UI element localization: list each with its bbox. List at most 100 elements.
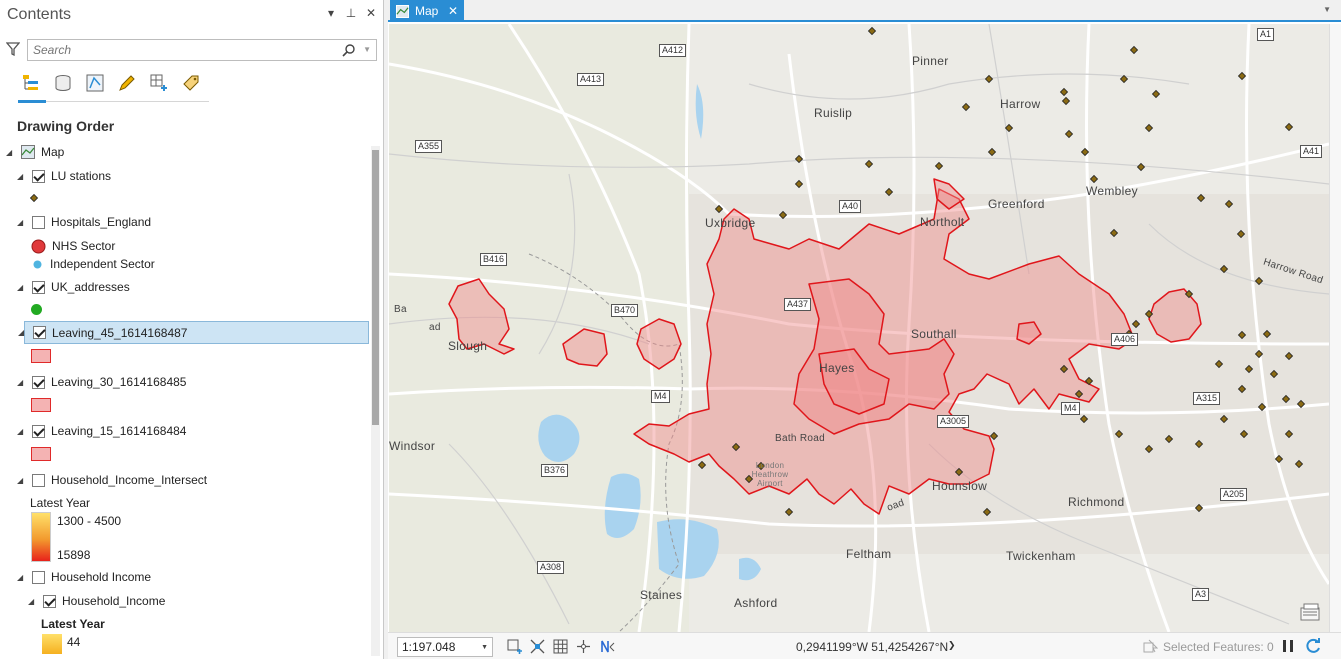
place-label: Twickenham bbox=[1006, 549, 1076, 563]
chevron-down-icon[interactable]: ❯ bbox=[948, 640, 956, 651]
basemap-gallery-icon[interactable] bbox=[1299, 602, 1323, 622]
road-shield: A41 bbox=[1300, 145, 1323, 158]
legend-value-label: 44 bbox=[67, 635, 81, 649]
road-shield: A413 bbox=[577, 73, 605, 86]
list-by-labeling-button[interactable] bbox=[180, 72, 202, 94]
place-label: Wembley bbox=[1086, 184, 1138, 198]
list-by-drawing-order-button[interactable] bbox=[20, 72, 42, 94]
selected-features-indicator[interactable]: Selected Features: 0 bbox=[1143, 639, 1274, 654]
search-icon[interactable] bbox=[342, 43, 356, 57]
legend-field-label: Latest Year bbox=[41, 617, 105, 631]
scale-dropdown[interactable]: 1:197.048 ▼ bbox=[397, 637, 493, 657]
road-shield: A3005 bbox=[937, 415, 970, 428]
label-icon bbox=[183, 75, 199, 91]
layer-visibility-checkbox[interactable] bbox=[32, 215, 45, 229]
tab-overflow-icon[interactable]: ▼ bbox=[1323, 5, 1331, 14]
tree-row-household-income-layer[interactable]: ◢ Household_Income bbox=[28, 591, 165, 611]
road-shield: A308 bbox=[537, 561, 565, 574]
ramp-high-label: 1300 - 4500 bbox=[57, 514, 122, 528]
layer-visibility-checkbox[interactable] bbox=[32, 570, 45, 584]
road-shield: A3 bbox=[1192, 588, 1210, 601]
north-arrow-icon[interactable] bbox=[598, 638, 615, 655]
fixed-zoom-icon[interactable] bbox=[529, 638, 546, 655]
collapse-icon[interactable]: ◢ bbox=[6, 148, 16, 157]
collapse-icon[interactable]: ◢ bbox=[28, 597, 38, 606]
list-by-editing-button[interactable] bbox=[116, 72, 138, 94]
place-label: Northolt bbox=[920, 215, 965, 229]
tree-row-map[interactable]: ◢ Map bbox=[6, 142, 64, 162]
collapse-icon[interactable]: ◢ bbox=[17, 283, 27, 292]
tree-row-leaving-45[interactable]: ◢ Leaving_45_1614168487 bbox=[18, 321, 369, 344]
place-label: Slough bbox=[448, 339, 488, 353]
layer-visibility-checkbox[interactable] bbox=[33, 326, 46, 339]
tree-row-hospitals[interactable]: ◢ Hospitals_England bbox=[17, 212, 151, 232]
collapse-icon[interactable]: ◢ bbox=[17, 573, 27, 582]
tree-row-uk-addresses[interactable]: ◢ UK_addresses bbox=[17, 277, 130, 297]
search-input[interactable] bbox=[28, 40, 328, 60]
list-by-data-source-button[interactable] bbox=[52, 72, 74, 94]
close-tab-icon[interactable]: ✕ bbox=[448, 4, 458, 18]
layer-visibility-checkbox[interactable] bbox=[32, 280, 45, 294]
layer-visibility-checkbox[interactable] bbox=[43, 594, 56, 608]
place-label: Harrow bbox=[1000, 97, 1041, 111]
collapse-icon[interactable]: ◢ bbox=[17, 476, 27, 485]
layer-label: UK_addresses bbox=[51, 280, 130, 294]
layer-visibility-checkbox[interactable] bbox=[32, 375, 45, 389]
layer-visibility-checkbox[interactable] bbox=[32, 473, 45, 487]
contents-pane: Contents ▾ ⊥ ✕ ▼ bbox=[0, 0, 384, 659]
tree-row-household-intersect[interactable]: ◢ Household_Income_Intersect bbox=[17, 470, 207, 490]
collapse-icon[interactable]: ◢ bbox=[17, 218, 27, 227]
place-label: Ashford bbox=[734, 596, 778, 610]
pencil-icon bbox=[119, 75, 135, 91]
list-by-selection-button[interactable] bbox=[84, 72, 106, 94]
tree-row-lu-stations[interactable]: ◢ LU stations bbox=[17, 166, 111, 186]
snapping-toggle-icon[interactable] bbox=[575, 638, 592, 655]
place-label: Southall bbox=[911, 327, 957, 341]
contents-scrollbar[interactable] bbox=[371, 146, 380, 656]
color-ramp bbox=[31, 512, 51, 562]
polygon-symbol-icon bbox=[31, 398, 51, 412]
road-shield: A205 bbox=[1220, 488, 1248, 501]
pause-drawing-icon[interactable] bbox=[1281, 639, 1295, 653]
red-circle-icon bbox=[31, 239, 46, 253]
layer-visibility-checkbox[interactable] bbox=[32, 169, 45, 183]
list-by-snapping-button[interactable] bbox=[148, 72, 170, 94]
search-box: ▼ bbox=[27, 39, 377, 61]
layer-visibility-checkbox[interactable] bbox=[32, 424, 45, 438]
tree-row-leaving-30[interactable]: ◢ Leaving_30_1614168485 bbox=[17, 372, 186, 392]
layer-label: Leaving_45_1614168487 bbox=[52, 325, 188, 340]
tab-map[interactable]: Map ✕ bbox=[390, 0, 464, 22]
tree-row-leaving-15[interactable]: ◢ Leaving_15_1614168484 bbox=[17, 421, 186, 441]
collapse-icon[interactable]: ◢ bbox=[17, 427, 27, 436]
map-canvas[interactable]: Pinner Harrow Ruislip Wembley Greenford … bbox=[389, 24, 1329, 632]
zoom-extent-icon[interactable] bbox=[506, 638, 523, 655]
layer-label: Leaving_15_1614168484 bbox=[51, 424, 187, 438]
legend-field-label: Latest Year bbox=[30, 496, 91, 510]
pane-options-icon[interactable]: ▾ bbox=[325, 6, 337, 20]
road-shield: A1 bbox=[1257, 28, 1275, 41]
place-label: Ruislip bbox=[814, 106, 853, 120]
pin-icon[interactable]: ⊥ bbox=[345, 6, 357, 20]
statusbar-tools bbox=[506, 638, 615, 655]
map-layer-label: Map bbox=[41, 145, 65, 159]
road-shield: B470 bbox=[611, 304, 639, 317]
refresh-icon[interactable] bbox=[1304, 637, 1322, 655]
scrollbar-thumb[interactable] bbox=[372, 150, 379, 425]
road-shield: M4 bbox=[651, 390, 670, 403]
close-pane-icon[interactable]: ✕ bbox=[365, 6, 377, 20]
station-symbol-icon bbox=[30, 194, 39, 203]
road-name-label: Ba bbox=[394, 304, 407, 315]
collapse-icon[interactable]: ◢ bbox=[17, 172, 27, 181]
green-dot-icon bbox=[31, 304, 42, 315]
map-icon bbox=[396, 4, 409, 18]
selected-features-label: Selected Features: 0 bbox=[1163, 639, 1274, 654]
tree-row-household-income-group[interactable]: ◢ Household Income bbox=[17, 567, 151, 587]
scale-value: 1:197.048 bbox=[402, 640, 456, 654]
filter-icon[interactable] bbox=[6, 42, 20, 56]
search-options-caret[interactable]: ▼ bbox=[363, 45, 371, 54]
grid-icon[interactable] bbox=[552, 638, 569, 655]
collapse-icon[interactable]: ◢ bbox=[18, 328, 28, 337]
map-right-edge bbox=[1329, 24, 1341, 632]
toolbar-underline bbox=[18, 100, 209, 103]
collapse-icon[interactable]: ◢ bbox=[17, 378, 27, 387]
